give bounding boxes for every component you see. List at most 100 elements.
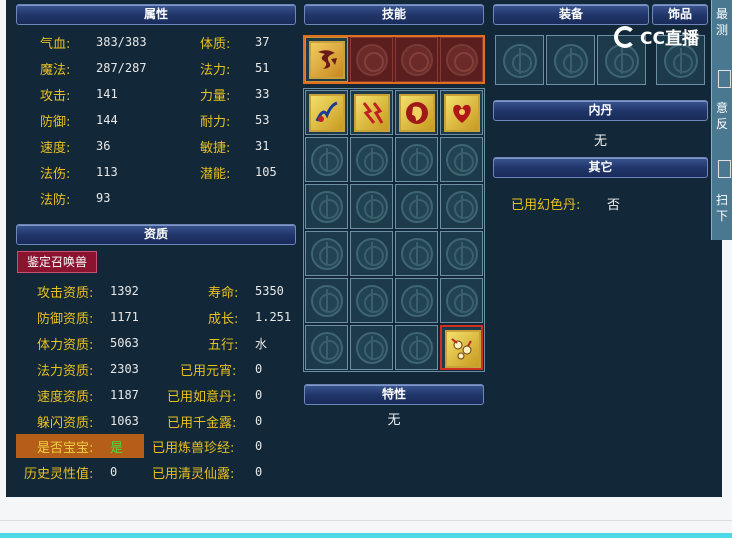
empty-skill-slot <box>305 325 348 370</box>
empty-skill-slot <box>440 137 483 182</box>
locked-skill-slot <box>395 37 438 82</box>
empty-skill-slot <box>305 278 348 323</box>
element-value: 水 <box>255 337 268 351</box>
huanse-label: 已用幻色丹: <box>511 198 581 213</box>
empty-skill-slot <box>350 184 393 229</box>
con-value: 37 <box>255 35 270 49</box>
inner-pill-value: 无 <box>593 134 607 149</box>
mag-qual-value: 2303 <box>110 362 139 376</box>
empty-skill-slot <box>395 184 438 229</box>
hp-qual-label: 体力资质: <box>37 338 94 353</box>
empty-skill-slot <box>440 184 483 229</box>
qianjin-label: 已用千金露: <box>167 416 237 431</box>
empty-skill-slot <box>350 231 393 276</box>
bottom-accent <box>0 533 732 538</box>
qianjin-value: 0 <box>255 414 263 428</box>
empty-skill-slot <box>305 137 348 182</box>
heart-icon <box>444 94 480 132</box>
hp-qual-value: 5063 <box>110 336 139 350</box>
def-qual-value: 1171 <box>110 310 139 324</box>
end-label: 耐力: <box>200 115 231 130</box>
ornament-header: 饰品 <box>652 4 708 25</box>
growth-label: 成长: <box>208 312 239 327</box>
side-tab[interactable]: 最 测 意 反 扫 下 <box>711 0 732 240</box>
life-value: 5350 <box>255 284 284 298</box>
side-tab-mid: 意 反 <box>716 101 729 131</box>
empty-skill-slot <box>350 325 393 370</box>
side-tab-top: 最 测 <box>716 7 729 37</box>
history-label: 历史灵性值: <box>24 467 94 482</box>
equipment-slot[interactable] <box>546 35 595 85</box>
pet-info-panel: 属性 气血: 383/383 魔法: 287/287 攻击: 141 防御: 1… <box>6 0 722 497</box>
def-qual-label: 防御资质: <box>37 312 94 327</box>
spd-label: 速度: <box>40 141 71 156</box>
empty-skill-slot <box>395 278 438 323</box>
lianshou-label: 已用炼兽珍经: <box>152 441 235 456</box>
spd-qual-value: 1187 <box>110 388 139 402</box>
mdef-label: 法防: <box>40 193 71 208</box>
atk-qual-label: 攻击资质: <box>37 286 94 301</box>
qingling-value: 0 <box>255 465 263 479</box>
equipment-header: 装备 <box>493 4 649 25</box>
skill-slot[interactable] <box>395 90 438 135</box>
mind-icon <box>399 94 435 132</box>
history-value: 0 <box>110 465 118 479</box>
empty-skill-slot <box>305 184 348 229</box>
str-label: 力量: <box>200 89 231 104</box>
skills-header: 技能 <box>304 4 484 25</box>
dodge-qual-value: 1063 <box>110 414 139 428</box>
empty-skill-slot <box>440 231 483 276</box>
inner-pill-header: 内丹 <box>493 100 708 121</box>
ruyi-value: 0 <box>255 388 263 402</box>
growth-value: 1.251 <box>255 310 292 324</box>
dodge-qual-label: 躲闪资质: <box>37 416 94 431</box>
atk-value: 141 <box>96 87 118 101</box>
attributes-header: 属性 <box>16 4 296 25</box>
empty-skill-slot <box>350 137 393 182</box>
mag-qual-label: 法力资质: <box>37 364 94 379</box>
skill-slot[interactable] <box>305 90 348 135</box>
is-baby-label: 是否宝宝: <box>37 441 94 456</box>
special-skill-slot[interactable] <box>305 37 348 82</box>
life-label: 寿命: <box>208 286 239 301</box>
skill-slot[interactable] <box>440 90 483 135</box>
mdef-value: 93 <box>96 191 111 205</box>
def-label: 防御: <box>40 115 71 130</box>
equipment-slot[interactable] <box>495 35 544 85</box>
yuanxiao-value: 0 <box>255 362 263 376</box>
str-value: 33 <box>255 87 270 101</box>
pot-value: 105 <box>255 165 277 179</box>
lianshou-value: 0 <box>255 439 263 453</box>
spd-value: 36 <box>96 139 111 153</box>
skill-slot[interactable] <box>350 90 393 135</box>
atk-label: 攻击: <box>40 89 71 104</box>
empty-skill-slot <box>395 137 438 182</box>
special-rune-icon <box>309 41 345 79</box>
side-tab-bot: 扫 下 <box>716 193 729 223</box>
empty-skill-slot <box>395 325 438 370</box>
mp-label: 魔法: <box>40 63 71 78</box>
huanse-value: 否 <box>607 198 621 213</box>
pot-label: 潜能: <box>200 167 231 182</box>
ruyi-label: 已用如意丹: <box>167 390 237 405</box>
mag-label: 法力: <box>200 63 231 78</box>
stones-icon <box>445 330 481 368</box>
agi-label: 敏捷: <box>200 141 231 156</box>
traits-header: 特性 <box>304 384 484 405</box>
atk-qual-value: 1392 <box>110 284 139 298</box>
screen: 属性 气血: 383/383 魔法: 287/287 攻击: 141 防御: 1… <box>0 0 732 538</box>
side-tab-box[interactable] <box>718 160 731 178</box>
end-value: 53 <box>255 113 270 127</box>
mdmg-value: 113 <box>96 165 118 179</box>
other-header: 其它 <box>493 157 708 178</box>
empty-skill-slot <box>440 278 483 323</box>
cc-logo-icon <box>614 25 636 48</box>
side-tab-box[interactable] <box>718 70 731 88</box>
watermark-text: CC直播 <box>640 29 699 49</box>
skill-slot[interactable] <box>440 325 483 370</box>
agi-value: 31 <box>255 139 270 153</box>
is-baby-value: 是 <box>110 441 124 456</box>
qualification-header: 资质 <box>16 224 296 245</box>
empty-skill-slot <box>305 231 348 276</box>
identify-pet-button[interactable]: 鉴定召唤兽 <box>17 251 97 273</box>
